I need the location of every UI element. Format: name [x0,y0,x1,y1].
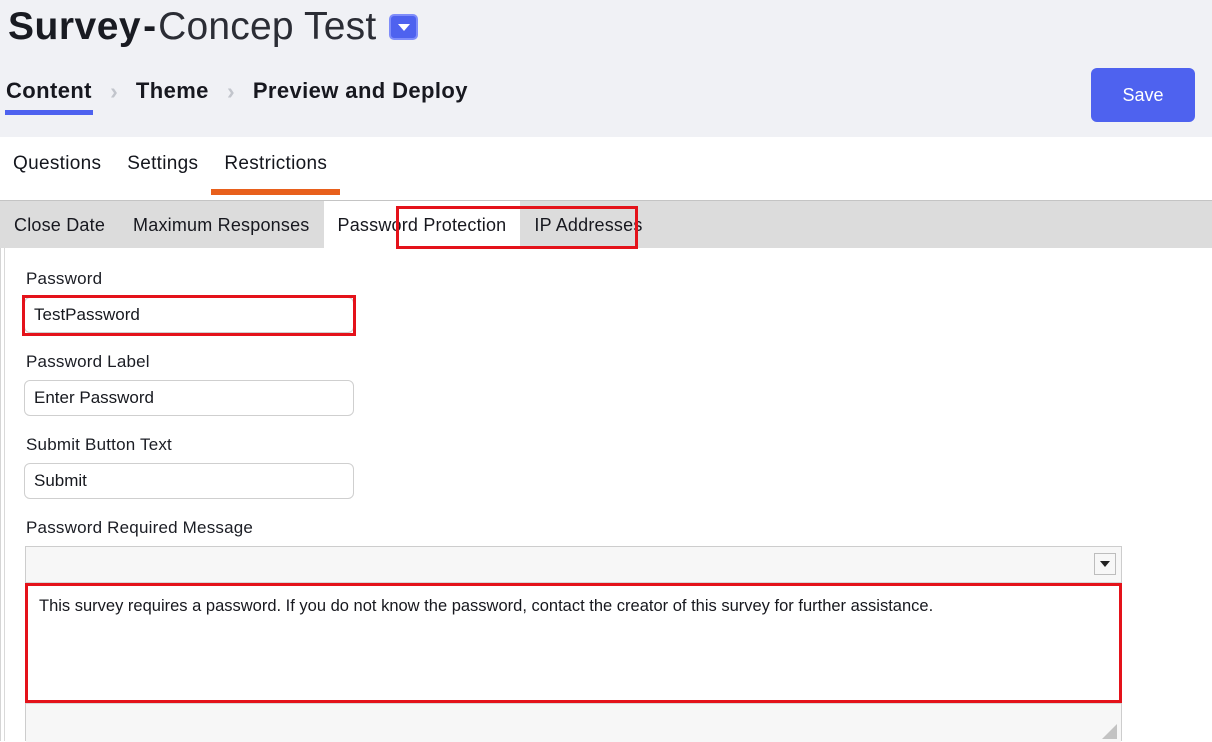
editor-toolbar [26,547,1121,583]
caret-shape [397,23,410,31]
tab-questions[interactable]: Questions [0,137,114,195]
tab-settings[interactable]: Settings [114,137,211,195]
submit-button-text-field-label: Submit Button Text [26,435,172,454]
submit-button-text-input[interactable] [24,463,354,499]
password-label-input[interactable] [24,380,354,416]
password-field-label: Password [26,269,103,288]
page-title-light: Concep Test [158,5,377,48]
subtab-ip-addresses[interactable]: IP Addresses [520,201,656,249]
password-required-message-editor: This survey requires a password. If you … [25,546,1122,742]
tab-bar: Questions Settings Restrictions [0,137,418,195]
breadcrumb-item-theme[interactable]: Theme [133,78,212,104]
caret-shape [1100,561,1110,567]
save-button[interactable]: Save [1091,68,1195,122]
subtab-password-protection[interactable]: Password Protection [323,201,521,249]
breadcrumb-item-preview-and-deploy[interactable]: Preview and Deploy [250,78,471,104]
breadcrumb: Content › Theme › Preview and Deploy [3,70,471,115]
chevron-down-icon[interactable] [1094,553,1116,575]
panel-left-rail [4,248,5,741]
chevron-right-icon: › [226,77,235,104]
header-zone: Survey - Concep Test Content › Theme › P… [0,0,1212,137]
page-title-strong: Survey [8,5,142,48]
sub-tab-bar: Close Date Maximum Responses Password Pr… [0,200,1212,249]
page-title: Survey - Concep Test [8,2,419,52]
subtab-close-date[interactable]: Close Date [0,201,119,249]
chevron-right-icon: › [110,77,118,104]
page-title-separator: - [143,5,157,48]
editor-status-bar [26,703,1121,742]
password-required-message-field-label: Password Required Message [26,518,254,537]
subtab-maximum-responses[interactable]: Maximum Responses [119,201,323,249]
editor-text-area[interactable]: This survey requires a password. If you … [26,583,1121,703]
resize-grip-icon[interactable] [1102,724,1117,739]
breadcrumb-item-content[interactable]: Content [3,78,95,115]
password-input[interactable] [24,297,354,333]
password-label-field-label: Password Label [26,352,150,371]
tab-restrictions[interactable]: Restrictions [211,137,341,195]
chevron-down-icon[interactable] [389,14,419,40]
